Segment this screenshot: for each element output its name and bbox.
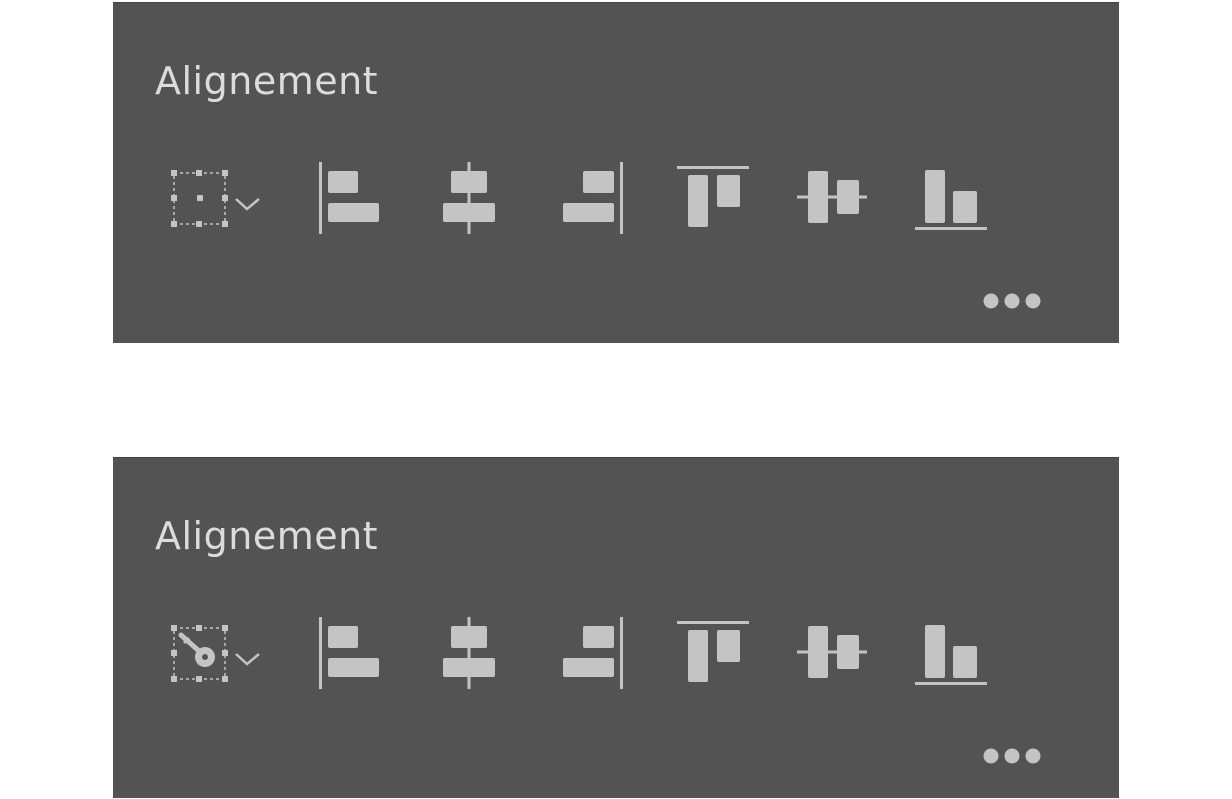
panel-title: Alignement [155,59,379,103]
align-right-edges-button[interactable] [561,613,625,693]
align-vertical-centers-icon [797,171,867,223]
align-right-edges-icon [563,162,623,234]
panel-title: Alignement [155,514,379,558]
align-left-edges-icon [319,617,379,689]
alignment-panel-key-object: Alignement [113,457,1119,798]
key-icon [178,632,215,667]
align-horizontal-centers-button[interactable] [439,613,501,693]
align-bottom-edges-icon [915,170,987,230]
align-to-dropdown[interactable] [169,613,269,693]
chevron-down-icon [235,653,260,666]
stage: Alignement Alignement [0,0,1232,799]
align-to-selection-icon [171,170,260,227]
more-options-button[interactable] [981,289,1043,313]
align-left-edges-button[interactable] [317,613,381,693]
alignment-toolbar [113,613,1119,693]
more-options-icon [983,748,1041,764]
chevron-down-icon [235,198,260,211]
align-to-key-object-icon [171,625,260,682]
align-bottom-edges-button[interactable] [913,613,989,693]
align-vertical-centers-button[interactable] [795,613,869,693]
more-options-icon [983,293,1041,309]
align-right-edges-icon [563,617,623,689]
align-horizontal-centers-icon [443,162,495,234]
align-horizontal-centers-icon [443,617,495,689]
align-horizontal-centers-button[interactable] [439,158,501,238]
align-left-edges-icon [319,162,379,234]
align-to-dropdown[interactable] [169,158,269,238]
align-vertical-centers-button[interactable] [795,158,869,238]
align-top-edges-button[interactable] [675,613,751,693]
align-vertical-centers-icon [797,626,867,678]
align-top-edges-icon [677,621,749,682]
more-options-button[interactable] [981,744,1043,768]
align-top-edges-icon [677,166,749,227]
align-left-edges-button[interactable] [317,158,381,238]
align-top-edges-button[interactable] [675,158,751,238]
align-right-edges-button[interactable] [561,158,625,238]
alignment-panel-selection: Alignement [113,2,1119,343]
align-bottom-edges-icon [915,625,987,685]
alignment-toolbar [113,158,1119,238]
align-bottom-edges-button[interactable] [913,158,989,238]
